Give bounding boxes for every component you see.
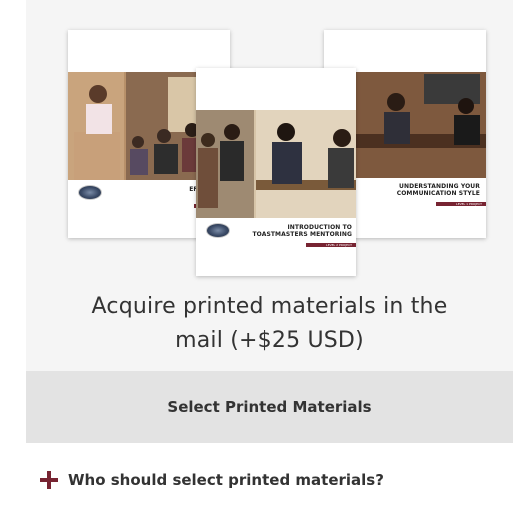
- booklet-mentoring: INTRODUCTION TO TOASTMASTERS MENTORING L…: [196, 68, 356, 276]
- select-printed-materials-button[interactable]: Select Printed Materials: [26, 371, 513, 443]
- toastmasters-logo: [78, 185, 102, 200]
- plus-icon[interactable]: [40, 471, 58, 489]
- printed-materials-card: EFFECTIVE LANG U: [26, 0, 513, 514]
- booklet-level-bar: LEVEL 1 PROJECT: [436, 202, 486, 206]
- toastmasters-logo: [206, 223, 230, 238]
- booklet-title: INTRODUCTION TO TOASTMASTERS MENTORING: [252, 224, 352, 238]
- booklets-illustration: EFFECTIVE LANG U: [26, 0, 513, 280]
- faq-toggle[interactable]: Who should select printed materials?: [40, 471, 384, 489]
- printed-materials-headline: Acquire printed materials in the mail (+…: [91, 294, 448, 353]
- faq-section: Who should select printed materials?: [26, 443, 513, 514]
- booklet-level-bar: LEVEL 2 PROJECT: [306, 243, 356, 247]
- faq-label[interactable]: Who should select printed materials?: [68, 471, 384, 489]
- booklet-photo: [196, 110, 356, 218]
